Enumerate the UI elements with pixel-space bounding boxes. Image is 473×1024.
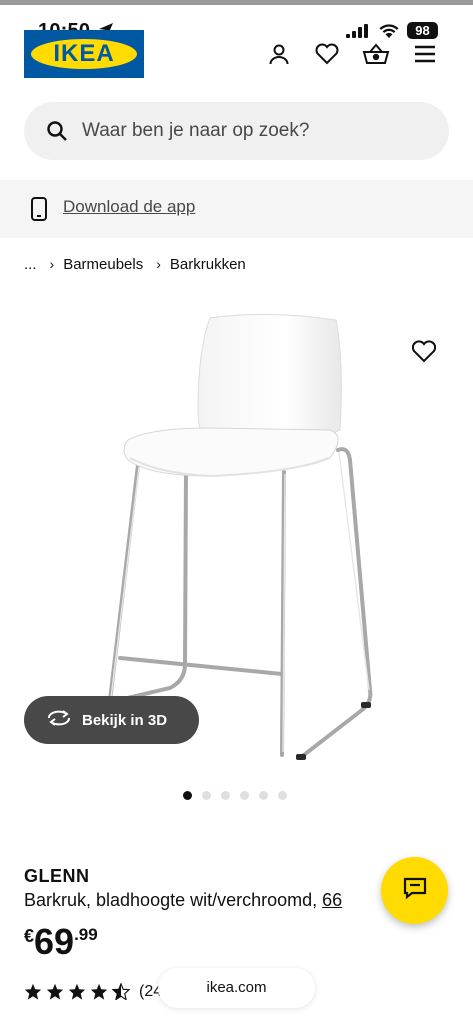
pagination-dot[interactable] — [221, 791, 230, 800]
star-full-icon — [68, 983, 86, 1000]
price-decimal: .99 — [74, 925, 98, 944]
ikea-logo[interactable]: IKEA — [24, 30, 144, 78]
rotate-3d-icon — [46, 709, 72, 732]
app-download-banner[interactable]: Download de app — [0, 180, 473, 238]
view-in-3d-button[interactable]: Bekijk in 3D — [24, 696, 199, 744]
price-currency: € — [24, 926, 35, 946]
search-icon — [46, 120, 68, 147]
top-divider — [0, 0, 473, 5]
rating-stars[interactable] — [24, 983, 130, 1000]
download-app-link[interactable]: Download de app — [63, 197, 195, 217]
product-name: GLENN — [24, 866, 90, 886]
browser-url-bar[interactable]: ikea.com — [158, 968, 315, 1008]
price-integer: 69 — [34, 921, 75, 962]
breadcrumb: ... › Barmeubels › Barkrukken — [24, 254, 246, 274]
add-to-favourites-button[interactable] — [410, 338, 440, 366]
chevron-right-icon: › — [156, 256, 161, 272]
star-full-icon — [46, 983, 64, 1000]
battery-icon: 98 — [407, 22, 438, 39]
product-description: Barkruk, bladhoogte wit/verchroomd, 66 — [24, 890, 386, 911]
view-in-3d-label: Bekijk in 3D — [82, 711, 168, 729]
product-description-text: Barkruk, bladhoogte wit/verchroomd, — [24, 890, 318, 910]
chat-button[interactable] — [381, 857, 448, 924]
pagination-dot[interactable] — [278, 791, 287, 800]
chat-icon — [402, 876, 428, 905]
product-size-link[interactable]: 66 — [322, 890, 342, 910]
pagination-dot[interactable] — [183, 791, 192, 800]
breadcrumb-item-barmeubels[interactable]: Barmeubels — [63, 256, 143, 273]
breadcrumb-ellipsis[interactable]: ... — [24, 256, 37, 273]
search-input[interactable]: Waar ben je naar op zoek? — [24, 102, 449, 160]
pagination-dot[interactable] — [202, 791, 211, 800]
heart-icon[interactable] — [313, 40, 341, 68]
star-full-icon — [24, 983, 42, 1000]
pagination-dot[interactable] — [259, 791, 268, 800]
star-half-icon — [112, 983, 130, 1000]
phone-icon — [30, 196, 48, 227]
menu-icon[interactable] — [411, 40, 439, 68]
chevron-right-icon: › — [49, 256, 55, 272]
basket-icon[interactable] — [362, 40, 390, 68]
pagination-dot[interactable] — [240, 791, 249, 800]
profile-icon[interactable] — [265, 40, 293, 68]
breadcrumb-item-barkrukken[interactable]: Barkrukken — [170, 256, 246, 273]
logo-text: IKEA — [53, 40, 115, 67]
product-price: € 69 .99 — [24, 922, 98, 962]
star-full-icon — [90, 983, 108, 1000]
search-placeholder: Waar ben je naar op zoek? — [82, 120, 310, 141]
image-pagination — [183, 791, 287, 800]
